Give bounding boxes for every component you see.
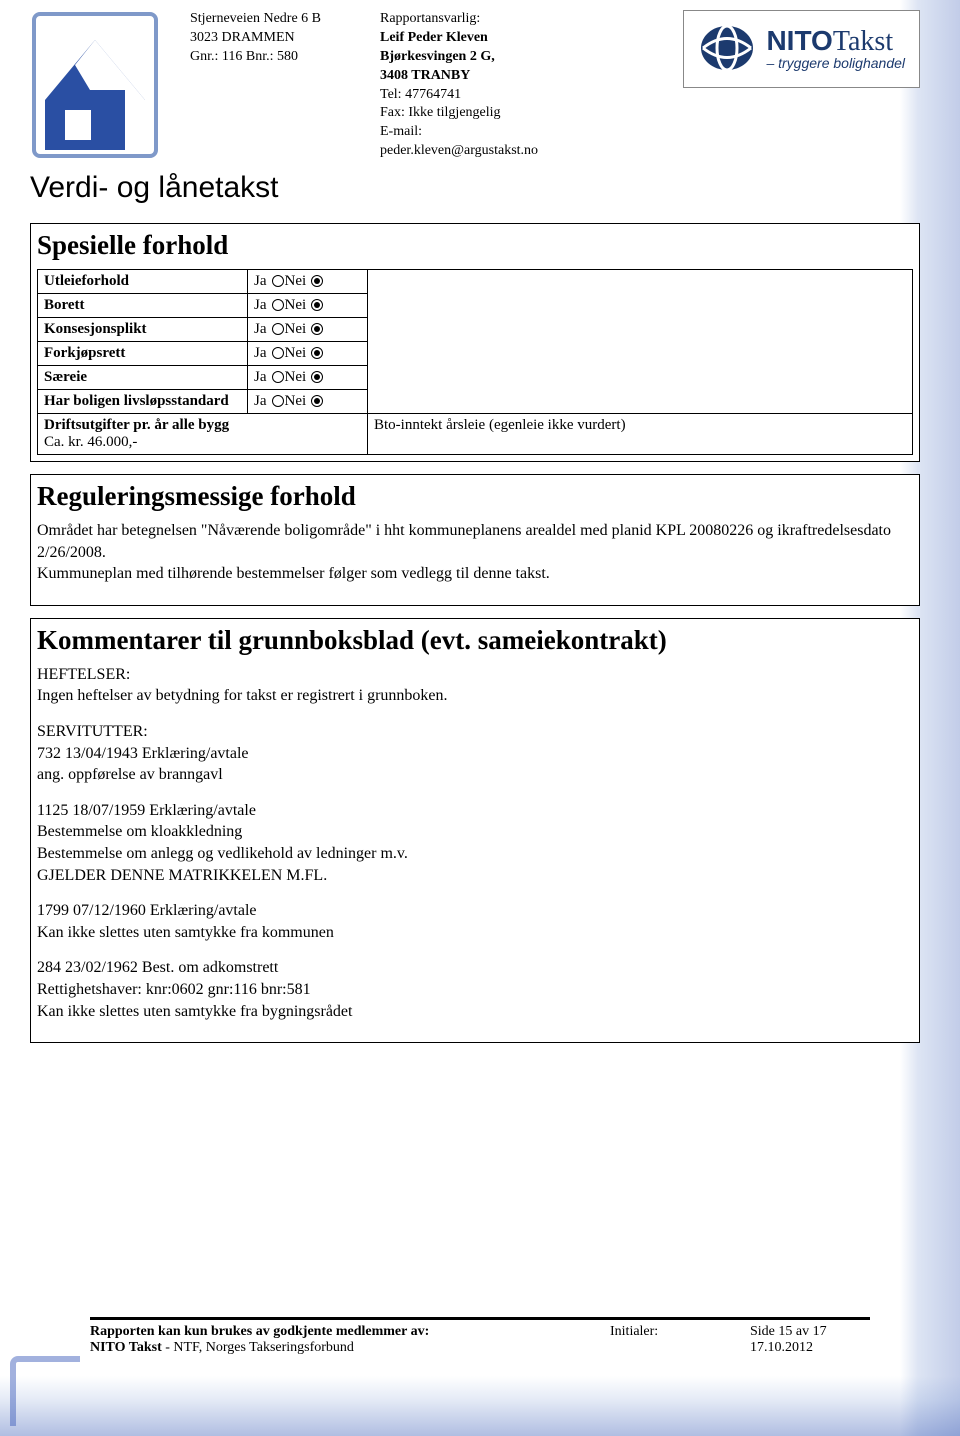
footer-date: 17.10.2012 [750,1340,870,1356]
responsible-tel: Tel: 47764741 [380,86,610,105]
responsible-addr: Bjørkesvingen 2 G, [380,48,610,67]
report-responsible: Rapportansvarlig: Leif Peder Kleven Bjør… [380,10,610,165]
regulering-text: Området har betegnelsen "Nåværende bolig… [37,520,913,585]
nei-label: Nei [285,393,307,409]
drift-cell: Driftsutgifter pr. år alle bygg Ca. kr. … [38,414,368,455]
radio-unchecked-icon [272,299,284,311]
responsible-fax: Fax: Ikke tilgjengelig [380,104,610,123]
row-label: Borett [38,294,248,318]
brand-name-2: Takst [833,26,893,57]
ja-label: Ja [254,345,267,361]
radio-unchecked-icon [272,371,284,383]
table-row: Driftsutgifter pr. år alle bygg Ca. kr. … [38,414,913,455]
radio-checked-icon [311,395,323,407]
ja-label: Ja [254,393,267,409]
ja-label: Ja [254,297,267,313]
ja-label: Ja [254,321,267,337]
row-value: Ja Nei [248,342,368,366]
brand-name-1: NITO [766,25,832,56]
responsible-email-label: E-mail: [380,123,610,142]
nei-label: Nei [285,345,307,361]
radio-unchecked-icon [272,275,284,287]
footer-brand: NITO Takst [90,1340,162,1355]
section-title: Kommentarer til grunnboksblad (evt. same… [37,625,913,656]
section-kommentarer: Kommentarer til grunnboksblad (evt. same… [30,618,920,1043]
empty-cell [368,270,913,414]
section-title: Spesielle forhold [37,230,913,261]
ja-label: Ja [254,273,267,289]
kommentar-paragraph: 284 23/02/1962 Best. om adkomstrett Rett… [37,957,913,1022]
kommentar-paragraph: 1125 18/07/1959 Erklæring/avtale Bestemm… [37,800,913,886]
section-spesielle-forhold: Spesielle forhold Utleieforhold Ja Nei Bo… [30,223,920,462]
radio-unchecked-icon [272,395,284,407]
drift-value: Ca. kr. 46.000,- [44,434,361,451]
drift-label: Driftsutgifter pr. år alle bygg [44,417,361,434]
kommentar-paragraph: 1799 07/12/1960 Erklæring/avtale Kan ikk… [37,900,913,943]
section-regulering: Reguleringsmessige forhold Området har b… [30,474,920,606]
row-label: Konsesjonsplikt [38,318,248,342]
address-line: Gnr.: 116 Bnr.: 580 [190,48,360,67]
row-label: Forkjøpsrett [38,342,248,366]
footer-org: - NTF, Norges Takseringsforbund [162,1340,354,1355]
brand-box: NITOTakst – tryggere bolighandel [683,10,920,88]
address-line: 3023 DRAMMEN [190,29,360,48]
document-header: Stjerneveien Nedre 6 B 3023 DRAMMEN Gnr.… [30,10,920,165]
brand-tagline: – tryggere bolighandel [766,56,905,70]
kommentar-paragraph: HEFTELSER: Ingen heftelser av betydning … [37,664,913,707]
radio-unchecked-icon [272,323,284,335]
row-label: Særeie [38,366,248,390]
radio-checked-icon [311,323,323,335]
address-line: Stjerneveien Nedre 6 B [190,10,360,29]
nei-label: Nei [285,369,307,385]
row-label: Utleieforhold [38,270,248,294]
row-value: Ja Nei [248,294,368,318]
house-logo-icon [30,10,160,160]
radio-checked-icon [311,275,323,287]
radio-checked-icon [311,347,323,359]
spesielle-table: Utleieforhold Ja Nei Borett Ja Nei Konsesj… [37,269,913,455]
row-value: Ja Nei [248,318,368,342]
row-value: Ja Nei [248,390,368,414]
row-label: Har boligen livsløpsstandard [38,390,248,414]
row-value: Ja Nei [248,270,368,294]
responsible-name: Leif Peder Kleven [380,29,610,48]
responsible-label: Rapportansvarlig: [380,10,610,29]
row-value: Ja Nei [248,366,368,390]
responsible-email: peder.kleven@argustakst.no [380,142,610,161]
footer-initials: Initialer: [610,1324,750,1356]
footer-page: Side 15 av 17 [750,1324,870,1340]
ja-label: Ja [254,369,267,385]
nei-label: Nei [285,297,307,313]
nito-globe-icon [698,19,756,77]
table-row: Utleieforhold Ja Nei [38,270,913,294]
responsible-addr: 3408 TRANBY [380,67,610,86]
footer-line2: NITO Takst - NTF, Norges Takseringsforbu… [90,1340,610,1356]
kommentar-paragraph: SERVITUTTER: 732 13/04/1943 Erklæring/av… [37,721,913,786]
nei-label: Nei [285,321,307,337]
footer-line1: Rapporten kan kun brukes av godkjente me… [90,1324,610,1340]
radio-unchecked-icon [272,347,284,359]
section-title: Reguleringsmessige forhold [37,481,913,512]
nei-label: Nei [285,273,307,289]
property-address: Stjerneveien Nedre 6 B 3023 DRAMMEN Gnr.… [190,10,360,165]
document-title: Verdi- og lånetakst [30,171,920,205]
page-footer: Rapporten kan kun brukes av godkjente me… [90,1317,870,1356]
radio-checked-icon [311,299,323,311]
radio-checked-icon [311,371,323,383]
bto-cell: Bto-inntekt årsleie (egenleie ikke vurde… [368,414,913,455]
